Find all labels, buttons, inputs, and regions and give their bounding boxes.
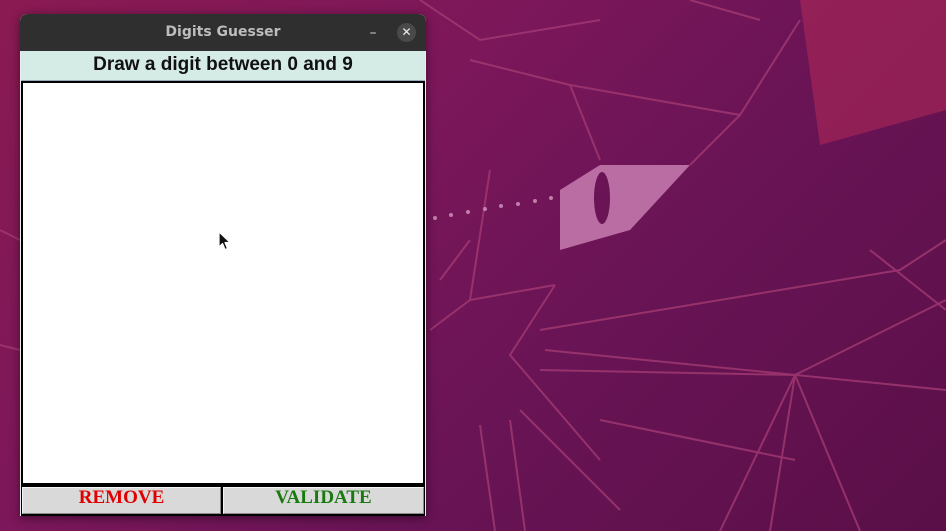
instruction-text: Draw a digit between 0 and 9 bbox=[93, 54, 353, 75]
close-icon[interactable]: ✕ bbox=[397, 23, 416, 42]
drawing-canvas[interactable] bbox=[21, 81, 425, 485]
validate-button[interactable]: VALIDATE bbox=[223, 487, 424, 514]
arrow-pointer-icon bbox=[218, 231, 232, 255]
app-window: Digits Guesser – ✕ Draw a digit between … bbox=[20, 14, 426, 516]
minimize-icon[interactable]: – bbox=[363, 23, 383, 43]
instruction-header: Draw a digit between 0 and 9 bbox=[21, 51, 425, 81]
action-bar: REMOVE VALIDATE bbox=[21, 485, 425, 516]
remove-button[interactable]: REMOVE bbox=[22, 487, 221, 514]
window-titlebar[interactable]: Digits Guesser – ✕ bbox=[20, 14, 426, 51]
